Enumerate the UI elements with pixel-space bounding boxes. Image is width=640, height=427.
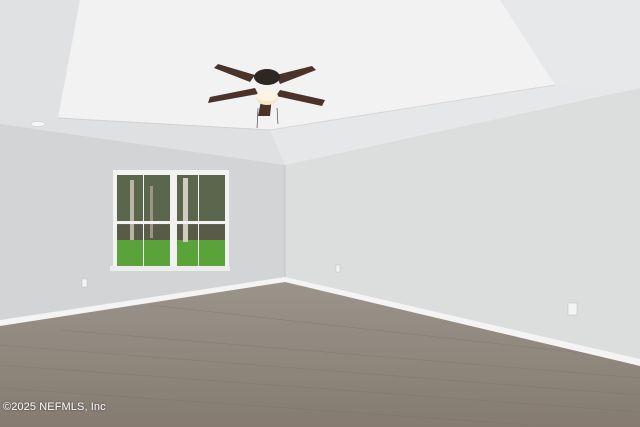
outlet-right: [567, 302, 578, 316]
empty-room-photo: ©2025 NEFMLS, Inc: [0, 0, 640, 427]
room-illustration: [0, 0, 640, 427]
outlet-middle: [335, 264, 341, 273]
window: [110, 170, 230, 271]
smoke-detector: [30, 121, 46, 127]
photo-watermark: ©2025 NEFMLS, Inc: [3, 401, 106, 413]
outlet-left: [81, 278, 88, 288]
